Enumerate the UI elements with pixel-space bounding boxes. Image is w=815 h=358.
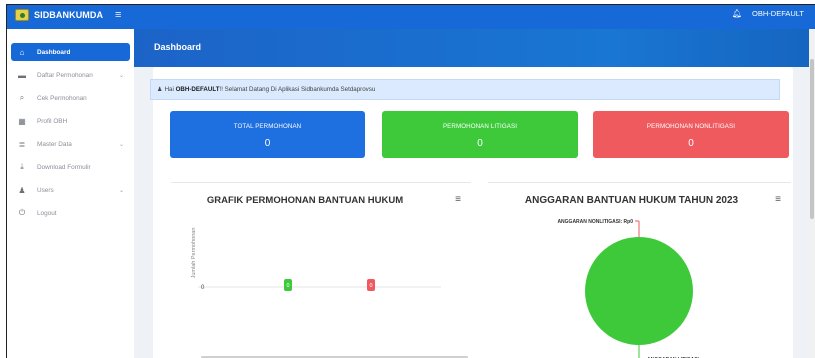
bar-chart: Jumlah Permohonan 0 0 0 bbox=[191, 228, 468, 358]
greeting-name: OBH-DEFAULT bbox=[175, 86, 220, 93]
stat-label: PERMOHONAN NONLITIGASI bbox=[646, 123, 736, 130]
power-icon: ⏻ bbox=[18, 208, 26, 217]
bar-data-label: 0 bbox=[286, 283, 289, 289]
page-header: Dashboard bbox=[134, 29, 815, 67]
sidebar-item-label: Users bbox=[37, 186, 54, 194]
greeting-prefix: Hai bbox=[164, 86, 174, 93]
sidebar-item-label: Logout bbox=[37, 209, 57, 217]
sidebar-item-dashboard[interactable]: ⌂ Dashboard bbox=[11, 43, 130, 61]
sidebar-item-label: Profil OBH bbox=[37, 117, 68, 125]
stat-value: 0 bbox=[477, 138, 483, 149]
stat-label: PERMOHONAN LITIGASI bbox=[442, 123, 518, 130]
stat-value: 0 bbox=[264, 138, 271, 149]
sidebar-item-logout[interactable]: ⏻ Logout bbox=[11, 204, 130, 222]
chevron-down-icon: ⌄ bbox=[118, 187, 124, 194]
sidebar-item-label: Daftar Permohonan bbox=[37, 71, 93, 79]
app-logo bbox=[15, 9, 29, 21]
main-content: Dashboard ♟ Hai OBH-DEFAULT!! Selamat Da… bbox=[134, 29, 815, 358]
stat-value: 0 bbox=[688, 138, 694, 149]
bar-data-label: 0 bbox=[369, 283, 372, 289]
sidebar-item-download-formulir[interactable]: ⤓ Download Formulir bbox=[11, 158, 130, 176]
sidebar: ⌂ Dashboard ▬ Daftar Permohonan ⌄ ⌕ Cek … bbox=[7, 29, 134, 358]
grid-icon: ▦ bbox=[18, 116, 26, 126]
scrollbar-thumb[interactable] bbox=[810, 59, 814, 219]
sidebar-item-cek-permohonan[interactable]: ⌕ Cek Permohonan bbox=[11, 89, 130, 107]
home-icon: ⌂ bbox=[19, 47, 25, 57]
user-icon: ♟ bbox=[157, 86, 163, 93]
greeting-message: !! Selamat Datang Di Aplikasi Sidbankumd… bbox=[219, 86, 376, 93]
download-icon: ⤓ bbox=[20, 162, 24, 171]
sidebar-item-label: Download Formulir bbox=[37, 163, 91, 171]
user-icon: ♟ bbox=[18, 185, 26, 195]
sidebar-item-label: Dashboard bbox=[37, 48, 71, 56]
brand[interactable]: SIDBANKUMDA bbox=[15, 8, 103, 22]
search-icon: ⌕ bbox=[19, 93, 25, 102]
user-menu[interactable]: 🔔︎ OBH-DEFAULT bbox=[732, 9, 804, 18]
chevron-down-icon: ⌄ bbox=[118, 141, 124, 148]
sidebar-item-profil-obh[interactable]: ▦ Profil OBH bbox=[11, 112, 130, 130]
database-icon: ≣ bbox=[18, 139, 26, 149]
stat-label: TOTAL PERMOHONAN bbox=[233, 123, 302, 130]
pie-slice bbox=[585, 237, 693, 345]
chart-panel-anggaran: ANGGARAN BANTUAN HUKUM TAHUN 2023 ≡ ANGG… bbox=[488, 182, 791, 358]
chevron-down-icon: ⌄ bbox=[118, 72, 124, 79]
y-axis-label: Jumlah Permohonan bbox=[191, 228, 197, 279]
stat-total-permohonan[interactable]: TOTAL PERMOHONAN 0 bbox=[170, 111, 365, 158]
page-scrollbar[interactable] bbox=[809, 29, 815, 358]
stat-permohonan-litigasi[interactable]: PERMOHONAN LITIGASI 0 bbox=[382, 111, 578, 158]
list-icon: ▬ bbox=[18, 70, 26, 80]
chart-panel-permohonan: GRAFIK PERMOHONAN BANTUAN HUKUM ≡ Jumlah… bbox=[171, 182, 471, 358]
pie-chart: ANGGARAN NONLITIGASI: Rp0ANGGARAN LITIGA… bbox=[557, 219, 701, 358]
stat-permohonan-nonlitigasi[interactable]: PERMOHONAN NONLITIGASI 0 bbox=[593, 111, 789, 158]
browser-viewport: SIDBANKUMDA ≡ 🔔︎ OBH-DEFAULT ⌂ Dashboard… bbox=[6, 4, 815, 358]
sidebar-item-label: Master Data bbox=[37, 140, 72, 148]
page-title: Dashboard bbox=[154, 42, 202, 52]
menu-toggle-icon[interactable]: ≡ bbox=[115, 10, 121, 21]
welcome-alert: ♟ Hai OBH-DEFAULT!! Selamat Datang Di Ap… bbox=[150, 79, 780, 100]
user-name: OBH-DEFAULT bbox=[752, 9, 804, 18]
sidebar-item-label: Cek Permohonan bbox=[37, 94, 87, 102]
sidebar-item-master-data[interactable]: ≣ Master Data ⌄ bbox=[11, 135, 130, 153]
sidebar-item-daftar-permohonan[interactable]: ▬ Daftar Permohonan ⌄ bbox=[11, 66, 130, 84]
pie-data-label: ANGGARAN NONLITIGASI: Rp0 bbox=[557, 219, 633, 225]
sidebar-item-users[interactable]: ♟ Users ⌄ bbox=[11, 181, 130, 199]
y-tick-label: 0 bbox=[201, 285, 205, 291]
bell-icon[interactable]: 🔔︎ bbox=[732, 9, 742, 18]
app-name: SIDBANKUMDA bbox=[34, 10, 104, 20]
top-navbar: SIDBANKUMDA ≡ 🔔︎ OBH-DEFAULT bbox=[7, 5, 815, 29]
